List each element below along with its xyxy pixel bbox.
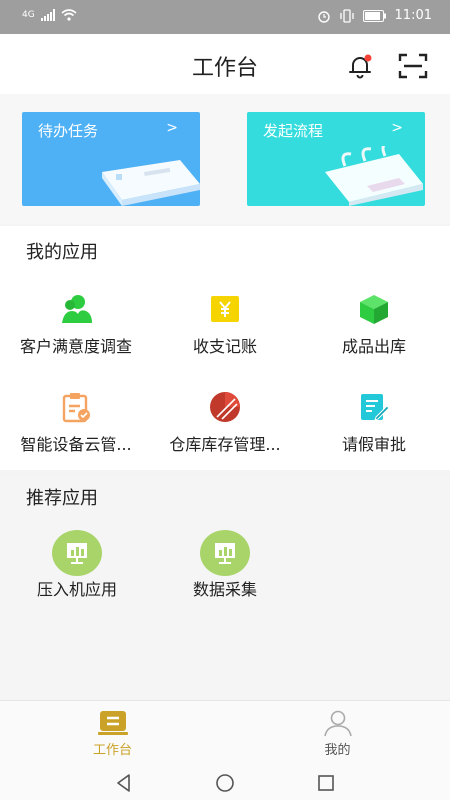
app-label: 数据采集: [192, 580, 257, 599]
alarm-icon: [317, 10, 330, 23]
pie-chart-icon: [210, 392, 240, 422]
recommended-apps-title: 推荐应用: [26, 488, 98, 509]
vibrate-icon: [339, 8, 354, 23]
tab-label: 工作台: [92, 743, 132, 758]
app-header: 工作台: [0, 34, 450, 94]
clipboard-icon: [62, 393, 90, 423]
app-label: 请假审批: [341, 435, 406, 454]
page-title: 工作台: [191, 56, 258, 81]
yen-icon: [211, 296, 239, 322]
app-label: 客户满意度调查: [19, 337, 132, 356]
status-bar: 4G 11:01: [0, 0, 450, 34]
process-card-illustration: [325, 146, 423, 206]
start-process-label: 发起流程: [263, 122, 324, 140]
signal-icon: [40, 9, 55, 21]
workbench-icon: [98, 711, 128, 735]
app-customer-survey[interactable]: 客户满意度调查: [1, 293, 151, 363]
tab-label: 我的: [324, 743, 351, 758]
app-income-expense[interactable]: 收支记账: [150, 293, 300, 363]
app-leave-approval[interactable]: 请假审批: [299, 391, 449, 461]
bell-icon[interactable]: [346, 52, 374, 80]
app-icon-badge: [52, 530, 102, 576]
user-icon: [324, 710, 352, 737]
battery-icon: [362, 9, 386, 22]
chevron-right-icon: >: [391, 120, 403, 136]
bottom-tab-bar: 工作台 我的: [0, 700, 450, 766]
network-type: 4G: [22, 10, 35, 20]
app-label: 压入机应用: [36, 580, 117, 599]
my-apps-section: 我的应用 客户满意度调查 收支记账 成品出库 智能设备云管... 仓库库存管理.…: [0, 226, 450, 470]
tab-workbench[interactable]: 工作台: [0, 701, 225, 767]
app-data-collection[interactable]: 数据采集: [150, 530, 300, 610]
wifi-icon: [61, 9, 77, 21]
app-product-outbound[interactable]: 成品出库: [299, 293, 449, 363]
recents-icon[interactable]: [316, 773, 336, 793]
home-icon[interactable]: [215, 773, 235, 793]
monitor-icon: [67, 543, 87, 564]
system-nav-bar: [0, 766, 450, 800]
app-label: 智能设备云管...: [20, 435, 132, 454]
start-process-card[interactable]: 发起流程 >: [247, 112, 425, 206]
pending-tasks-label: 待办任务: [38, 122, 99, 140]
notification-dot: [364, 54, 372, 62]
my-apps-title: 我的应用: [26, 242, 98, 263]
app-icon-badge: [200, 530, 250, 576]
back-icon[interactable]: [114, 773, 134, 793]
monitor-icon: [215, 543, 235, 564]
banner-area: 待办任务 > 发起流程 >: [0, 94, 450, 224]
scan-icon[interactable]: [398, 52, 428, 80]
tab-me[interactable]: 我的: [225, 701, 450, 767]
pending-tasks-card[interactable]: 待办任务 >: [22, 112, 200, 206]
app-press-machine[interactable]: 压入机应用: [2, 530, 152, 610]
customer-icon: [62, 295, 92, 323]
clock: 11:01: [394, 8, 432, 23]
edit-note-icon: [361, 394, 390, 421]
task-card-illustration: [102, 160, 200, 206]
app-label: 收支记账: [192, 337, 257, 356]
app-label: 成品出库: [341, 337, 406, 356]
app-warehouse-inventory[interactable]: 仓库库存管理...: [150, 391, 300, 461]
chevron-right-icon: >: [166, 120, 178, 136]
recommended-apps-section: 推荐应用 压入机应用 数据采集: [0, 478, 450, 698]
app-label: 仓库库存管理...: [169, 435, 281, 454]
box-icon: [360, 295, 388, 324]
app-smart-device-cloud[interactable]: 智能设备云管...: [1, 391, 151, 461]
